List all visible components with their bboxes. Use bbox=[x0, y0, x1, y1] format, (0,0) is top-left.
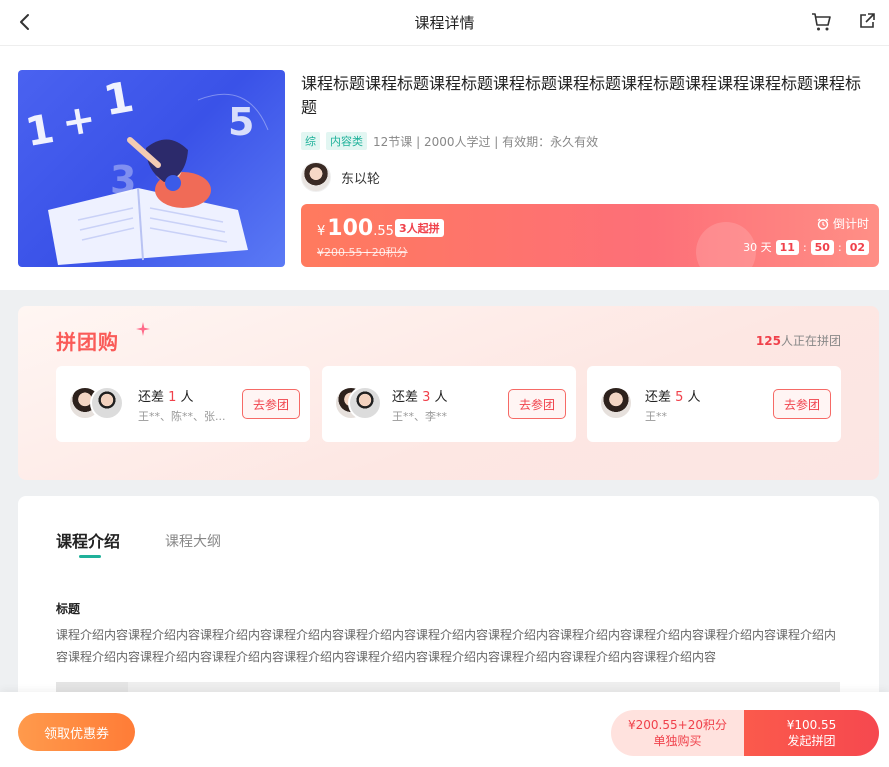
countdown-text: 倒计时 bbox=[832, 217, 869, 231]
countdown-minutes: 50 bbox=[810, 239, 834, 255]
single-price: ¥200.55+20积分 bbox=[628, 718, 727, 732]
group-price-label: ¥100.55 bbox=[786, 718, 837, 732]
member-avatar bbox=[90, 386, 124, 420]
price-decimal: .55 bbox=[373, 224, 394, 239]
member-avatar bbox=[348, 386, 382, 420]
get-coupon-button[interactable]: 领取优惠券 bbox=[18, 713, 135, 751]
share-icon[interactable] bbox=[858, 12, 876, 30]
course-tags: 综 内容类 12节课 | 2000人学过 | 有效期：永久有效 bbox=[301, 132, 598, 150]
section-heading: 标题 bbox=[56, 602, 81, 616]
course-meta: 12节课 | 2000人学过 | 有效期：永久有效 bbox=[373, 134, 599, 149]
group-card: 还差 5 人 王** 去参团 bbox=[587, 366, 841, 442]
members-needed: 还差 1 人 bbox=[138, 390, 194, 405]
sparkle-icon bbox=[136, 322, 150, 336]
member-names: 王** bbox=[645, 410, 667, 423]
members-needed: 还差 5 人 bbox=[645, 390, 701, 405]
course-header: 1 + 1 5 3 课程标题课程标题课程标题课程标题课程标题课程标题课程课程课程… bbox=[0, 46, 889, 290]
countdown-seconds: 02 bbox=[845, 239, 869, 255]
active-group-count: 125人正在拼团 bbox=[756, 332, 841, 349]
original-price: ¥200.55+20积分 bbox=[317, 246, 408, 259]
cart-icon[interactable] bbox=[811, 12, 833, 32]
group-buy-title: 拼团购 bbox=[56, 330, 119, 354]
course-title: 课程标题课程标题课程标题课程标题课程标题课程标题课程课程课程标题课程标题 bbox=[301, 74, 862, 117]
join-group-button[interactable]: 去参团 bbox=[773, 389, 831, 419]
teacher-avatar bbox=[301, 162, 331, 192]
start-group-button[interactable]: ¥100.55 发起拼团 bbox=[744, 710, 879, 756]
currency-symbol: ¥ bbox=[317, 224, 326, 239]
group-size-badge: 3人起拼 bbox=[395, 219, 444, 237]
purchase-buttons: ¥200.55+20积分 单独购买 ¥100.55 发起拼团 bbox=[611, 710, 879, 756]
member-names: 王**、李** bbox=[392, 410, 447, 423]
tag-category: 综 bbox=[301, 132, 320, 150]
group-count-text: 人正在拼团 bbox=[780, 334, 841, 348]
section-body: 课程介绍内容课程介绍内容课程介绍内容课程介绍内容课程介绍内容课程介绍内容课程介绍… bbox=[56, 628, 837, 664]
alarm-clock-icon bbox=[817, 218, 829, 230]
teacher-info[interactable]: 东以轮 bbox=[301, 162, 380, 192]
cover-digit: 3 bbox=[110, 158, 137, 202]
buy-alone-button[interactable]: ¥200.55+20积分 单独购买 bbox=[611, 710, 744, 756]
group-card: 还差 3 人 王**、李** 去参团 bbox=[322, 366, 576, 442]
group-card: 还差 1 人 王**、陈**、张... 去参团 bbox=[56, 366, 310, 442]
group-price-banner: ¥ 100 .55 3人起拼 ¥200.55+20积分 倒计时 30 天 11 … bbox=[301, 204, 879, 267]
countdown-hours: 11 bbox=[775, 239, 799, 255]
page-title: 课程详情 bbox=[414, 14, 475, 32]
active-tab-indicator bbox=[79, 555, 101, 558]
bottom-action-bar: 领取优惠券 ¥200.55+20积分 单独购买 ¥100.55 发起拼团 bbox=[0, 692, 889, 767]
member-avatar bbox=[599, 386, 633, 420]
join-group-button[interactable]: 去参团 bbox=[242, 389, 300, 419]
single-label: 单独购买 bbox=[653, 734, 702, 748]
price-integer: 100 bbox=[327, 216, 374, 241]
members-needed: 还差 3 人 bbox=[392, 390, 448, 405]
group-buy-label: 发起拼团 bbox=[787, 734, 836, 748]
member-names: 王**、陈**、张... bbox=[138, 410, 226, 423]
join-group-button[interactable]: 去参团 bbox=[508, 389, 566, 419]
tab-course-intro[interactable]: 课程介绍 bbox=[56, 528, 120, 552]
tab-course-outline[interactable]: 课程大纲 bbox=[165, 531, 221, 551]
group-price: ¥ 100 .55 bbox=[317, 216, 394, 241]
countdown-days: 30 天 bbox=[743, 241, 772, 254]
course-cover-image: 1 + 1 5 3 bbox=[18, 70, 285, 267]
tag-type: 内容类 bbox=[326, 132, 367, 150]
group-count-number: 125 bbox=[755, 334, 781, 348]
group-buy-section: 拼团购 125人正在拼团 还差 1 人 王**、陈**、张... 去参团 还差 … bbox=[18, 306, 879, 480]
countdown-timer: 30 天 11 : 50 : 02 bbox=[743, 239, 869, 255]
top-navigation-bar: 课程详情 bbox=[0, 0, 889, 46]
teacher-name: 东以轮 bbox=[341, 171, 381, 187]
cover-digit: 5 bbox=[228, 100, 255, 144]
countdown-label: 倒计时 bbox=[817, 215, 869, 232]
